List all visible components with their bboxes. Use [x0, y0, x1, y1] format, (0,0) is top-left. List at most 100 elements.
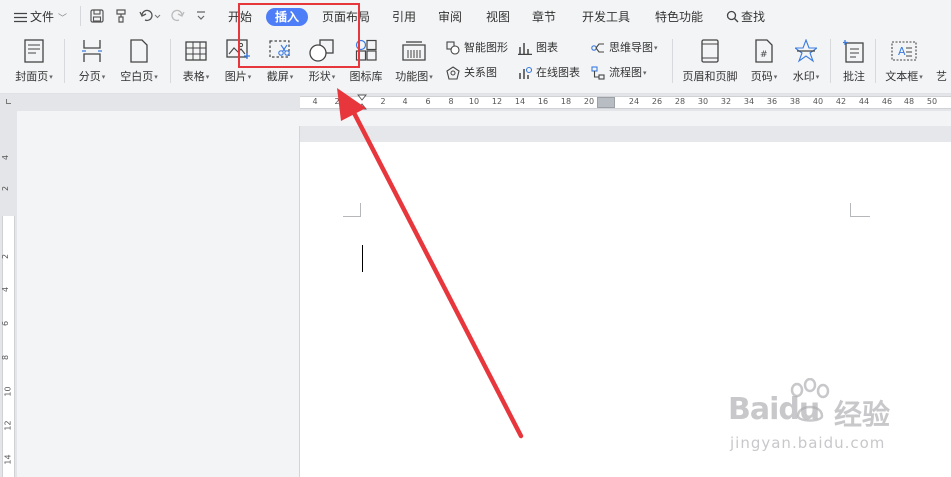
ruler-tick-label: 50 — [926, 97, 938, 106]
function-chart-button[interactable]: 功能图▾ — [386, 35, 442, 89]
art-word-button[interactable]: 艺 — [926, 35, 951, 89]
text-cursor — [362, 245, 363, 272]
ruler-tick-label: 14 — [514, 97, 526, 106]
page-break-icon — [82, 39, 102, 66]
chart-button[interactable]: 图表 — [518, 39, 558, 57]
blank-page-icon — [130, 39, 148, 66]
cover-page-label: 封面页 — [15, 70, 49, 83]
divider — [80, 6, 81, 26]
ruler-tick-label: 2 — [1, 185, 11, 192]
mind-map-button[interactable]: 思维导图▾ — [591, 39, 658, 57]
blank-page-label: 空白页 — [120, 70, 154, 83]
ruler-tick-label: 12 — [3, 420, 13, 431]
page-number-icon: # — [755, 39, 773, 66]
ruler-tick-label: 30 — [697, 97, 709, 106]
file-menu[interactable]: 文件 ﹀ — [14, 8, 67, 26]
menu-bar: 文件 ﹀ 开始 插入 页面布局 引用 审阅 视图 章节 开发工具 特色功能 查找 — [0, 0, 951, 33]
ruler-tick-label: 28 — [674, 97, 686, 106]
tab-selector-icon[interactable] — [6, 99, 11, 104]
tab-chapter[interactable]: 章节 — [532, 8, 556, 26]
mind-map-icon — [591, 41, 605, 61]
relation-chart-button[interactable]: 关系图 — [446, 64, 497, 82]
online-chart-label: 在线图表 — [536, 66, 580, 79]
undo-icon[interactable] — [139, 9, 161, 27]
chevron-down-icon: ﹀ — [58, 14, 68, 24]
tab-special-features[interactable]: 特色功能 — [655, 8, 703, 26]
vertical-ruler[interactable]: 4 2 2 4 6 8 10 12 14 — [0, 111, 17, 477]
ruler-tick-label: 44 — [858, 97, 870, 106]
svg-text:#: # — [760, 50, 768, 60]
ruler-tick-label: 40 — [812, 97, 824, 106]
ruler-tick-label: 2 — [380, 97, 386, 106]
highlight-box — [238, 3, 360, 68]
function-chart-icon — [401, 39, 427, 66]
ruler-tick-label: 46 — [881, 97, 893, 106]
ruler-tick-label: 12 — [491, 97, 503, 106]
watermark-brand-cn: 经验 — [834, 398, 891, 431]
svg-text:A: A — [898, 45, 906, 58]
tab-developer[interactable]: 开发工具 — [582, 8, 630, 26]
flowchart-icon — [591, 66, 605, 86]
relation-chart-icon — [446, 66, 460, 86]
watermark-brand: Baidu — [728, 392, 820, 427]
watermark-icon — [793, 38, 819, 66]
online-chart-button[interactable]: 在线图表 — [518, 64, 580, 82]
function-chart-label: 功能图 — [395, 70, 429, 83]
ruler-tick-label: 8 — [448, 97, 454, 106]
cover-page-icon — [24, 39, 44, 66]
ruler-tick-label: 32 — [720, 97, 732, 106]
text-box-icon: A — [891, 39, 917, 64]
art-word-label: 艺 — [936, 70, 947, 83]
search-box[interactable]: 查找 — [726, 8, 765, 26]
ruler-tick-label: 4 — [1, 154, 11, 161]
mind-map-label: 思维导图 — [609, 41, 653, 54]
file-menu-label: 文件 — [30, 10, 55, 24]
page-top-margin — [300, 126, 951, 142]
margin-corner-top-left — [343, 203, 361, 217]
ruler-tick-label: 2 — [1, 253, 11, 260]
format-painter-icon[interactable] — [115, 9, 129, 27]
flowchart-button[interactable]: 流程图▾ — [591, 64, 647, 82]
ribbon-insert: 封面页▾ 分页▾ 空白页▾ 表格▾ 图片▾ 截屏▾ 形状▾ 图标库 功能图▾ 智… — [0, 33, 951, 93]
horizontal-ruler[interactable]: 4 2 2 4 6 8 10 12 14 16 18 20 24 26 28 30 32 34 36 38 40 42 44… — [0, 94, 951, 111]
ruler-tick-label: 4 — [312, 97, 318, 106]
indent-marker-icon[interactable] — [357, 94, 367, 114]
ruler-tick-label: 36 — [766, 97, 778, 106]
ruler-tick-label: 14 — [3, 454, 13, 465]
smart-shape-label: 智能图形 — [464, 41, 508, 54]
smart-shape-icon — [446, 41, 460, 61]
tab-references[interactable]: 引用 — [392, 8, 416, 26]
tab-view[interactable]: 视图 — [486, 8, 510, 26]
ruler-tick-label: 18 — [560, 97, 572, 106]
tab-review[interactable]: 审阅 — [438, 8, 462, 26]
quick-access-more-icon[interactable] — [196, 10, 206, 28]
ruler-tick-label: 4 — [1, 286, 11, 293]
comment-label: 批注 — [843, 70, 865, 83]
text-box-label: 文本框 — [885, 70, 919, 83]
ruler-tick-label: 20 — [583, 97, 595, 106]
chart-label: 图表 — [536, 41, 558, 54]
ruler-tick-label: 10 — [468, 97, 480, 106]
ruler-tick-label: 38 — [789, 97, 801, 106]
text-box-button[interactable]: A 文本框▾ — [876, 35, 932, 89]
page-break-label: 分页 — [78, 70, 101, 83]
ruler-tick-label: 26 — [651, 97, 663, 106]
tab-marker-icon[interactable] — [597, 97, 615, 108]
ruler-tick-label: 10 — [3, 386, 13, 397]
comment-icon — [843, 39, 865, 66]
ruler-tick-label: 4 — [402, 97, 408, 106]
save-icon[interactable] — [90, 9, 104, 27]
search-icon — [726, 10, 739, 23]
ruler-tick-label: 8 — [1, 354, 11, 361]
redo-icon[interactable] — [171, 9, 185, 27]
ruler-tick-label: 48 — [903, 97, 915, 106]
ruler-tick-label: 6 — [425, 97, 431, 106]
smart-shape-button[interactable]: 智能图形 — [446, 39, 508, 57]
ruler-tick-label: 6 — [1, 320, 11, 327]
horizontal-ruler-track — [300, 96, 951, 109]
watermark-url: jingyan.baidu.com — [730, 434, 886, 452]
header-footer-icon — [701, 39, 719, 66]
table-icon — [185, 39, 207, 64]
margin-corner-top-right — [850, 203, 870, 217]
ruler-tick-label: 16 — [537, 97, 549, 106]
